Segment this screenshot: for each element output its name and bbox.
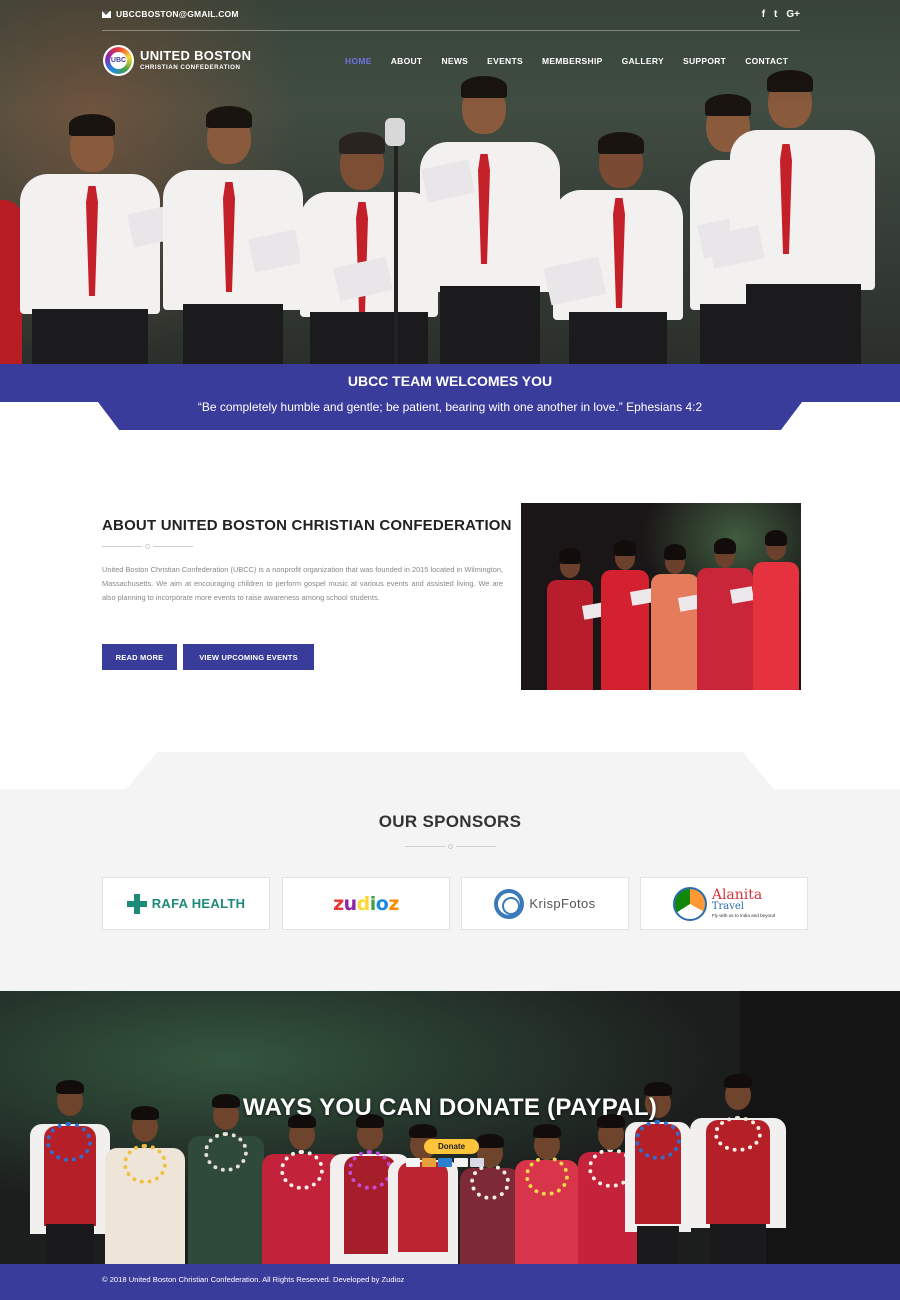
welcome-verse: “Be completely humble and gentle; be pat… — [197, 400, 703, 414]
sponsor-name-line2: Travel — [711, 901, 745, 912]
view-upcoming-events-button[interactable]: VIEW UPCOMING EVENTS — [183, 644, 314, 670]
main-nav: HOME ABOUT NEWS EVENTS MEMBERSHIP GALLER… — [345, 56, 788, 66]
about-description: United Boston Christian Confederation (U… — [102, 565, 503, 602]
top-bar: UBCCBOSTON@GMAIL.COM f t G+ — [102, 9, 800, 29]
sponsor-zudioz[interactable]: zudioz — [282, 877, 450, 930]
card-amex-icon — [438, 1158, 452, 1167]
sponsors-heading: OUR SPONSORS — [378, 812, 522, 831]
hero-singer — [163, 104, 303, 364]
sponsor-krispfotos[interactable]: KrispFotos — [461, 877, 629, 930]
site-footer: © 2018 United Boston Christian Confedera… — [0, 1264, 900, 1300]
globe-flag-icon — [672, 886, 707, 921]
hero-singer — [20, 114, 182, 364]
sponsor-tagline: Fly with us to India and beyond — [711, 913, 776, 918]
hero-singer — [420, 76, 560, 364]
card-bank-icon — [470, 1158, 484, 1167]
nav-item-membership[interactable]: MEMBERSHIP — [542, 56, 603, 66]
nav-item-events[interactable]: EVENTS — [487, 56, 523, 66]
nav-item-home[interactable]: HOME — [345, 56, 372, 66]
nav-item-support[interactable]: SUPPORT — [683, 56, 726, 66]
sponsor-name: zudioz — [333, 892, 399, 915]
facebook-icon[interactable]: f — [762, 9, 765, 20]
site-logo[interactable]: UBC UNITED BOSTON CHRISTIAN CONFEDERATIO… — [103, 45, 251, 76]
about-heading: ABOUT UNITED BOSTON CHRISTIAN CONFEDERAT… — [102, 517, 512, 534]
hero-singer — [707, 70, 875, 364]
contact-email[interactable]: UBCCBOSTON@GMAIL.COM — [102, 9, 239, 19]
social-links: f t G+ — [762, 9, 800, 20]
nav-item-about[interactable]: ABOUT — [391, 56, 423, 66]
microphone-stand — [394, 130, 398, 364]
hero-photo-edge — [0, 200, 22, 364]
sponsor-name: KrispFotos — [529, 896, 596, 911]
welcome-title: UBCC TEAM WELCOMES YOU — [347, 373, 553, 389]
sponsor-rafa-health[interactable]: RAFA HEALTH — [102, 877, 270, 930]
paypal-donate-button[interactable]: Donate — [424, 1139, 479, 1154]
sponsor-name: RAFA HEALTH — [151, 896, 246, 911]
hero-singer — [543, 132, 683, 364]
copyright-text: © 2018 United Boston Christian Confedera… — [102, 1275, 405, 1284]
donate-heading: WAYS YOU CAN DONATE (PAYPAL) — [242, 1094, 658, 1121]
microphone — [385, 118, 405, 146]
welcome-banner: UBCC TEAM WELCOMES YOU “Be completely hu… — [0, 364, 900, 430]
camera-lens-icon — [494, 888, 525, 919]
header-divider — [102, 30, 800, 31]
card-mastercard-icon — [422, 1158, 436, 1167]
sponsor-alanita-travel[interactable]: Alanita Travel Fly with us to India and … — [640, 877, 808, 930]
twitter-icon[interactable]: t — [774, 9, 777, 20]
hero-singer — [690, 90, 780, 364]
logo-emblem-icon: UBC — [103, 45, 134, 76]
sponsor-name: Alanita — [711, 887, 763, 903]
sponsors-heading-divider — [405, 842, 496, 850]
medical-cross-icon — [126, 893, 147, 914]
envelope-icon — [102, 10, 111, 18]
about-heading-divider — [102, 542, 193, 550]
google-plus-icon[interactable]: G+ — [786, 9, 800, 20]
card-discover-icon — [454, 1158, 468, 1167]
brand-name-line1: UNITED BOSTON — [140, 48, 252, 63]
brand-name-line2: CHRISTIAN CONFEDERATION — [140, 64, 241, 71]
read-more-button[interactable]: READ MORE — [102, 644, 177, 670]
donate-section — [0, 991, 900, 1264]
payment-cards — [406, 1158, 484, 1167]
sponsors-section — [0, 752, 900, 992]
nav-item-gallery[interactable]: GALLERY — [622, 56, 664, 66]
nav-item-news[interactable]: NEWS — [441, 56, 468, 66]
logo-emblem-text: UBC — [110, 52, 127, 69]
nav-item-contact[interactable]: CONTACT — [745, 56, 788, 66]
card-visa-icon — [406, 1158, 420, 1167]
email-text[interactable]: UBCCBOSTON@GMAIL.COM — [116, 9, 239, 19]
logo-wordmark: UNITED BOSTON CHRISTIAN CONFEDERATION — [140, 49, 251, 72]
about-photo — [521, 503, 801, 690]
hero-singer — [300, 132, 438, 364]
